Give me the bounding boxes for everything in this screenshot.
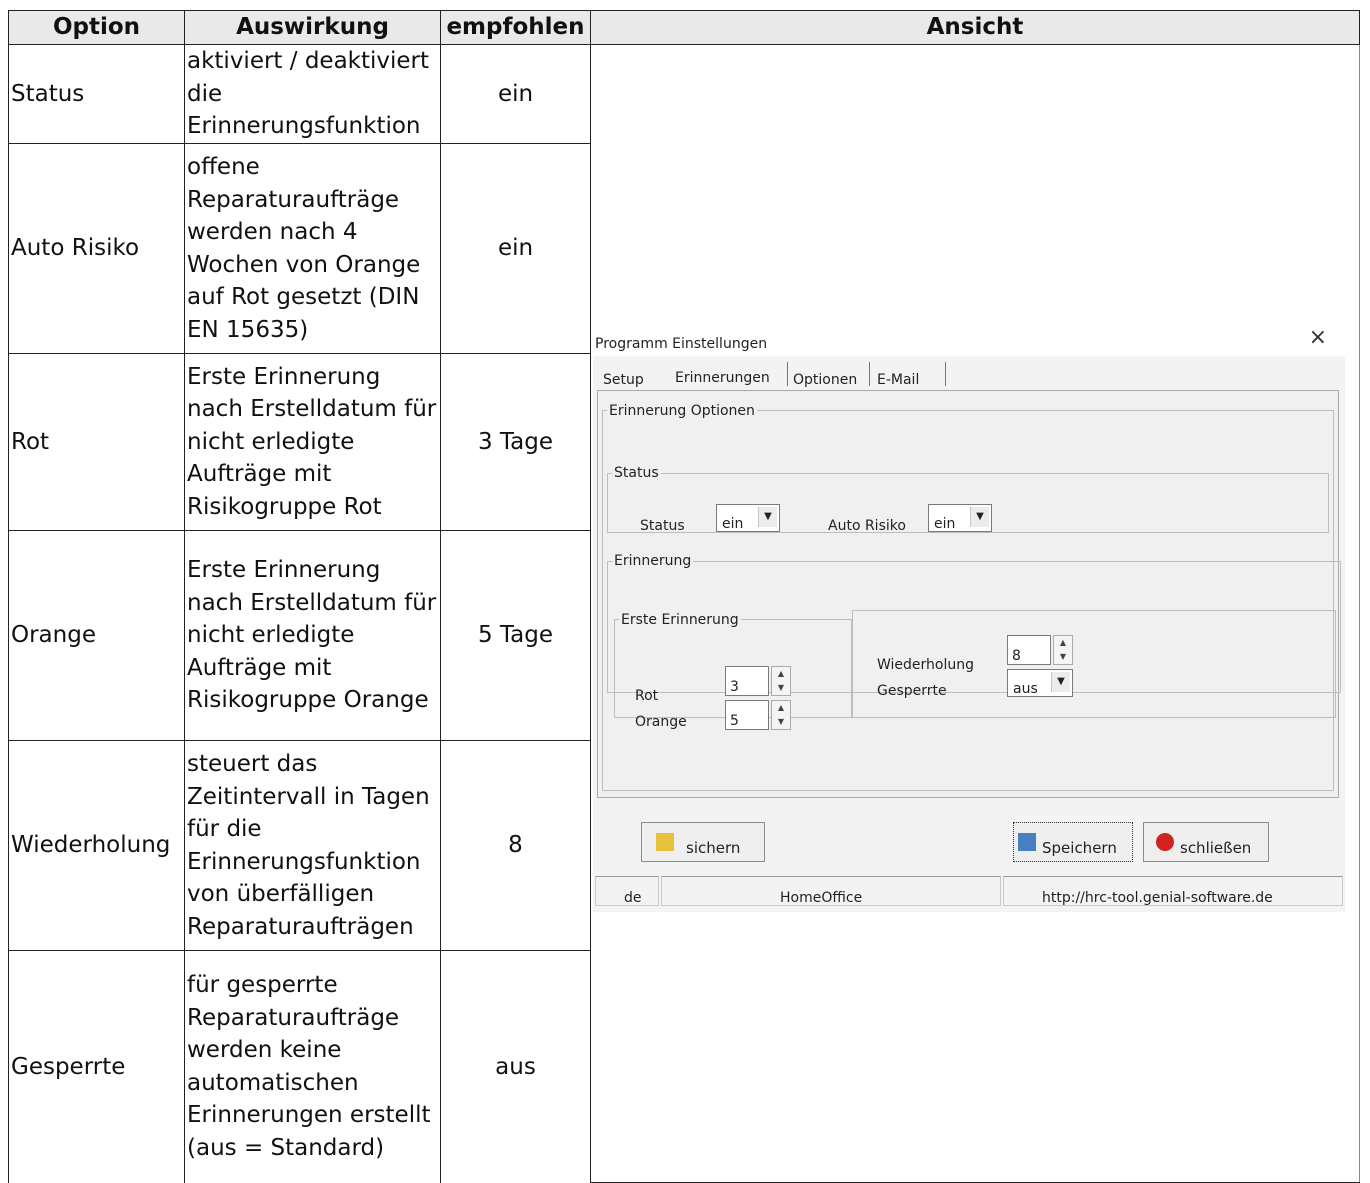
table-row: Status aktiviert / deaktiviert die Erinn… <box>8 44 1360 1183</box>
table-header-row: Option Auswirkung empfohlen Ansicht <box>8 10 1360 45</box>
group-erinnerung-optionen: Erinnerung Optionen Status Status ein ▼ … <box>602 394 1341 791</box>
empfohlen-cell: ein <box>440 143 591 354</box>
header-auswirkung: Auswirkung <box>184 10 441 45</box>
auswirkung-cell: für gesperrte Reparaturaufträge werden k… <box>184 950 441 1183</box>
tab-bar: Setup Erinnerungen Optionen E-Mail <box>593 358 1345 390</box>
group-title: Erste Erinnerung <box>621 611 739 628</box>
auswirkung-cell: Erste Erinnerung nach Erstelldatum für n… <box>184 530 441 741</box>
status-value: ein <box>722 515 744 532</box>
rot-value: 3 <box>730 679 739 695</box>
close-circle-icon <box>1156 832 1174 851</box>
sichern-button[interactable]: sichern <box>641 821 765 862</box>
group-erste-erinnerung: Erste Erinnerung Rot 3 ▲ ▼ Orange 5 ▲ ▼ <box>614 603 852 730</box>
option-cell: Status <box>8 44 185 144</box>
status-select[interactable]: ein ▼ <box>716 503 780 532</box>
dialog-titlebar: Programm Einstellungen × <box>593 315 1345 356</box>
language-text: de <box>624 889 642 906</box>
empfohlen-cell: 8 <box>440 740 591 951</box>
header-empfohlen: empfohlen <box>440 10 591 45</box>
group-title: Erinnerung Optionen <box>609 402 755 419</box>
wiederholung-value: 8 <box>1012 647 1021 664</box>
status-label: Status <box>640 517 685 534</box>
group-erinnerung: Erinnerung Erste Erinnerung Rot 3 ▲ ▼ Or… <box>607 545 1341 730</box>
auswirkung-cell: offene Reparaturaufträge werden nach 4 W… <box>184 143 441 354</box>
empfohlen-cell: ein <box>440 44 591 144</box>
rot-input[interactable]: 3 <box>725 666 769 696</box>
spin-down-icon[interactable]: ▼ <box>772 681 790 695</box>
profile-text: HomeOffice <box>780 889 863 906</box>
status-url: http://hrc-tool.genial-software.de <box>1003 875 1343 906</box>
save-icon <box>1018 832 1036 851</box>
spin-buttons[interactable]: ▲ ▼ <box>1053 634 1073 665</box>
spin-up-icon[interactable]: ▲ <box>772 701 790 715</box>
auswirkung-cell: steuert das Zeitintervall in Tagen für d… <box>184 740 441 951</box>
option-cell: Auto Risiko <box>8 143 185 354</box>
group-title: Erinnerung <box>614 553 692 569</box>
orange-stepper[interactable]: 5 ▲ ▼ <box>725 700 791 730</box>
group-title: Status <box>614 465 659 481</box>
options-table: Option Auswirkung empfohlen Ansicht Stat… <box>8 10 1360 1183</box>
url-text: http://hrc-tool.genial-software.de <box>1042 889 1273 906</box>
sichern-label: sichern <box>686 838 741 857</box>
orange-value: 5 <box>730 713 739 729</box>
chevron-down-icon: ▼ <box>970 506 989 527</box>
status-bar: de HomeOffice http://hrc-tool.genial-sof… <box>593 875 1345 906</box>
close-icon[interactable]: × <box>1309 322 1327 355</box>
option-cell: Orange <box>8 530 185 741</box>
auswirkung-cell: aktiviert / deaktiviert die Erinnerungsf… <box>184 44 441 144</box>
gesperrte-value: aus <box>1013 680 1038 697</box>
empfohlen-cell: 3 Tage <box>440 353 591 531</box>
status-language: de <box>595 875 659 906</box>
auto-risiko-label: Auto Risiko <box>828 517 906 534</box>
tab-content: Erinnerung Optionen Status Status ein ▼ … <box>597 389 1341 798</box>
orange-input[interactable]: 5 <box>725 700 769 730</box>
gesperrte-label: Gesperrte <box>877 682 947 699</box>
header-option: Option <box>8 10 185 45</box>
auto-risiko-value: ein <box>934 515 956 532</box>
group-wiederholung: Wiederholung 8 ▲ ▼ Gesperrte aus ▼ <box>852 609 1336 718</box>
option-cell: Wiederholung <box>8 740 185 951</box>
settings-dialog: Programm Einstellungen × Setup Erinnerun… <box>593 315 1345 912</box>
option-cell: Rot <box>8 353 185 531</box>
tab-separator <box>787 361 788 386</box>
option-cell: Gesperrte <box>8 950 185 1183</box>
group-status: Status Status ein ▼ Auto Risiko ein ▼ <box>607 457 1329 534</box>
ansicht-cell: Programm Einstellungen × Setup Erinnerun… <box>590 44 1360 1183</box>
wiederholung-input[interactable]: 8 <box>1007 634 1051 665</box>
speichern-label: Speichern <box>1042 838 1117 857</box>
header-ansicht: Ansicht <box>590 10 1360 45</box>
orange-label: Orange <box>635 714 687 730</box>
sichern-icon <box>656 832 674 851</box>
chevron-down-icon: ▼ <box>1051 671 1070 692</box>
auto-risiko-select[interactable]: ein ▼ <box>928 503 992 532</box>
gesperrte-select[interactable]: aus ▼ <box>1007 668 1073 697</box>
spin-buttons[interactable]: ▲ ▼ <box>771 700 791 730</box>
schliessen-button[interactable]: schließen <box>1143 821 1269 862</box>
tab-separator <box>869 361 870 386</box>
spin-up-icon[interactable]: ▲ <box>772 667 790 681</box>
spin-down-icon[interactable]: ▼ <box>1054 650 1072 664</box>
schliessen-label: schließen <box>1180 838 1252 857</box>
speichern-button[interactable]: Speichern <box>1013 821 1133 862</box>
empfohlen-cell: aus <box>440 950 591 1183</box>
tab-separator <box>945 361 946 386</box>
spin-buttons[interactable]: ▲ ▼ <box>771 666 791 696</box>
rot-stepper[interactable]: 3 ▲ ▼ <box>725 666 791 696</box>
auswirkung-cell: Erste Erinnerung nach Erstelldatum für n… <box>184 353 441 531</box>
spin-up-icon[interactable]: ▲ <box>1054 636 1072 650</box>
dialog-title: Programm Einstellungen <box>595 335 768 352</box>
empfohlen-cell: 5 Tage <box>440 530 591 741</box>
wiederholung-stepper[interactable]: 8 ▲ ▼ <box>1007 634 1073 665</box>
chevron-down-icon: ▼ <box>758 506 777 527</box>
status-profile: HomeOffice <box>661 875 1001 906</box>
spin-down-icon[interactable]: ▼ <box>772 715 790 729</box>
